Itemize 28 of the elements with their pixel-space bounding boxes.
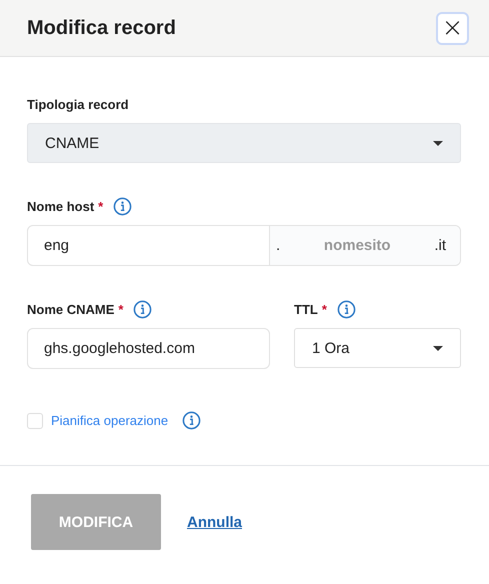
- domain-suffix: .it: [434, 237, 446, 254]
- cname-field[interactable]: ghs.googlehosted.com: [27, 328, 270, 369]
- cancel-link[interactable]: Annulla: [187, 514, 242, 530]
- domain-name: nomesito: [324, 237, 391, 254]
- field-label: Tipologia record: [27, 96, 129, 112]
- dropdown-value: CNAME: [45, 134, 100, 152]
- field-label: TTL: [294, 302, 318, 316]
- field-label: Nome CNAME: [27, 302, 114, 316]
- record-type-dropdown[interactable]: CNAME: [27, 123, 461, 163]
- dialog-title: Modifica record: [27, 16, 176, 40]
- required-mark: *: [98, 198, 104, 214]
- domain-prefix: .: [276, 237, 280, 254]
- checkbox[interactable]: [27, 412, 43, 428]
- required-mark: *: [322, 302, 327, 316]
- required-mark: *: [118, 302, 124, 316]
- caret-icon: [433, 140, 443, 146]
- info-icon[interactable]: [182, 411, 202, 430]
- input-value: ghs.googlehosted.com: [44, 340, 195, 357]
- checkbox-label[interactable]: Pianifica operazione: [51, 413, 168, 428]
- ttl-dropdown[interactable]: 1 Ora: [294, 328, 461, 368]
- field-label: Nome host: [27, 198, 94, 214]
- dropdown-value: 1 Ora: [312, 340, 350, 356]
- info-icon[interactable]: [336, 300, 356, 318]
- info-icon[interactable]: [113, 196, 132, 216]
- info-icon[interactable]: [133, 300, 152, 318]
- caret-icon: [433, 346, 443, 350]
- host-field[interactable]: eng . nomesito .it: [27, 225, 461, 266]
- close-button[interactable]: ×: [436, 12, 469, 44]
